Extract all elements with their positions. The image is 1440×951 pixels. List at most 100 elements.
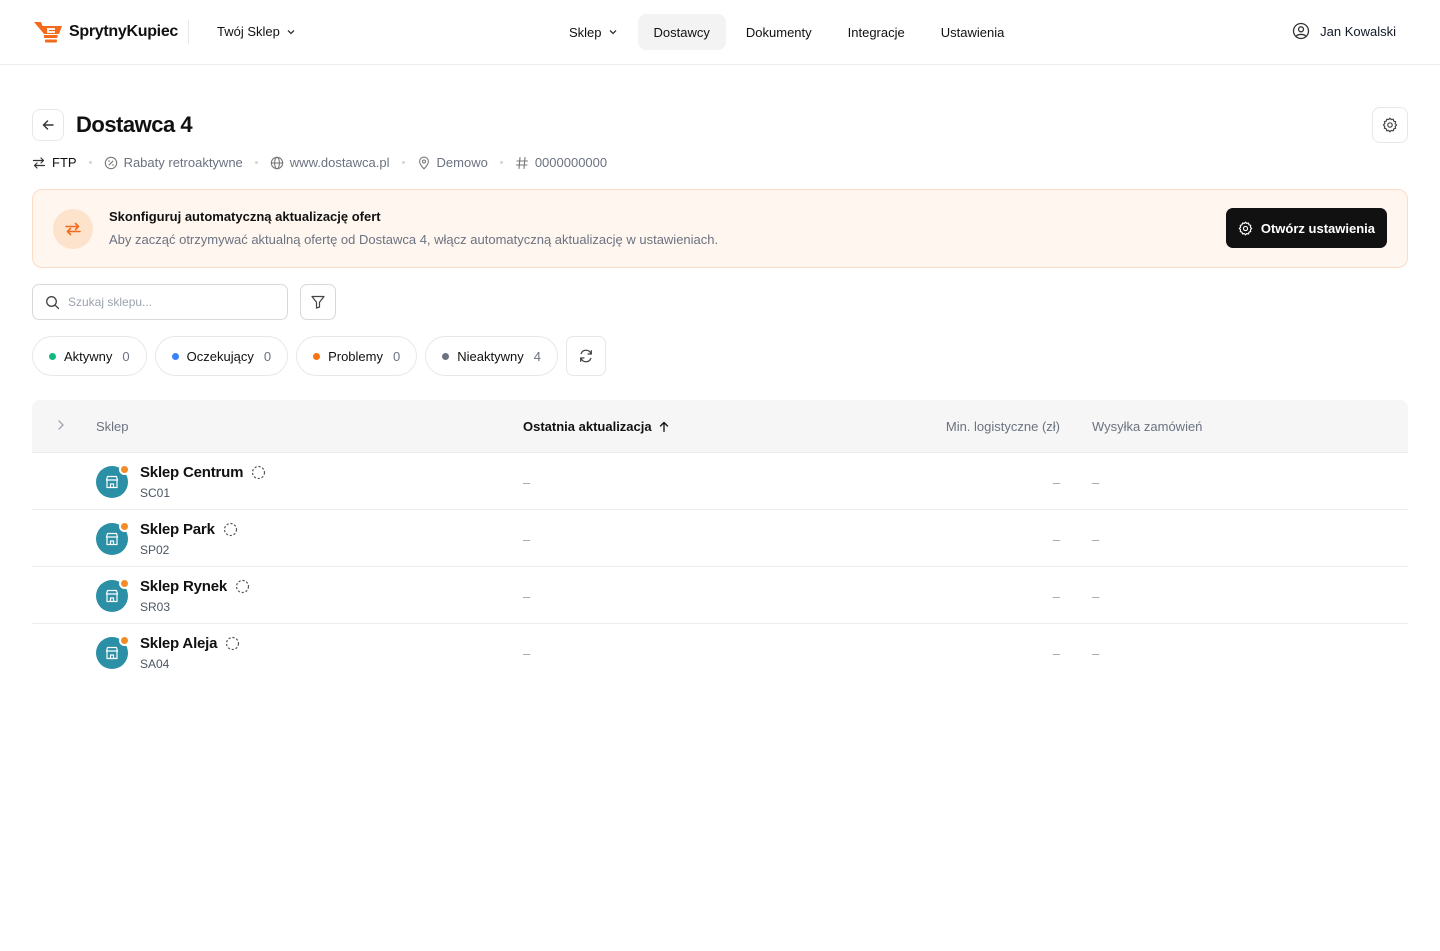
gear-icon [1382, 117, 1398, 133]
status-pill-aktywny[interactable]: Aktywny 0 [32, 336, 147, 376]
store-name-label: Sklep Aleja [140, 635, 218, 652]
column-header-label: Ostatnia aktualizacja [523, 419, 652, 434]
status-filter-pills: Aktywny 0 Oczekujący 0 Problemy 0 Nieakt… [32, 336, 606, 376]
brand-logo[interactable]: SprytnyKupiec [33, 20, 178, 44]
main-nav: Sklep Dostawcy Dokumenty Integracje Usta… [553, 14, 1020, 50]
meta-integration-label: FTP [52, 155, 77, 170]
chevron-right-icon[interactable] [54, 418, 68, 432]
meta-location-label: Demowo [436, 155, 488, 170]
store-avatar [96, 521, 130, 555]
status-pill-oczekujacy[interactable]: Oczekujący 0 [154, 336, 289, 376]
store-icon [105, 532, 119, 546]
loading-circle-icon [226, 636, 240, 651]
cell-last-update: – [523, 475, 531, 490]
status-pill-problemy[interactable]: Problemy 0 [296, 336, 418, 376]
top-bar: SprytnyKupiec Twój Sklep Sklep Dostawcy … [0, 0, 1440, 65]
table-row[interactable]: Sklep Rynek SR03 – – – [32, 567, 1408, 624]
status-dot [49, 352, 56, 360]
nav-item-sklep[interactable]: Sklep [553, 14, 634, 50]
open-settings-button[interactable]: Otwórz ustawienia [1225, 208, 1387, 248]
page-title: Dostawca 4 [76, 112, 193, 137]
refresh-icon [579, 349, 592, 363]
nav-item-label: Dokumenty [745, 24, 812, 40]
store-name-label: Sklep Centrum [140, 464, 244, 481]
user-name: Jan Kowalski [1320, 23, 1396, 39]
status-pill-label: Aktywny [64, 348, 113, 364]
column-header-store[interactable]: Sklep [96, 419, 129, 434]
nav-item-label: Dostawcy [653, 24, 710, 40]
search-box [32, 284, 288, 320]
meta-separator [401, 161, 405, 164]
store-status-badge [119, 521, 130, 532]
nav-item-integracje[interactable]: Integracje [832, 14, 921, 50]
store-avatar [96, 635, 130, 669]
store-icon [105, 589, 119, 603]
supplier-settings-button[interactable] [1372, 107, 1408, 143]
banner-title: Skonfiguruj automatyczną aktualizację of… [109, 209, 381, 224]
store-status-badge [119, 635, 130, 646]
search-icon [46, 295, 60, 309]
transfer-icon [32, 156, 46, 169]
store-name[interactable]: Sklep Centrum [140, 464, 266, 481]
store-code: SR03 [140, 600, 171, 614]
loading-circle-icon [223, 522, 237, 537]
store-selector[interactable]: Twój Sklep [217, 24, 296, 39]
user-icon [1292, 22, 1310, 40]
status-dot [313, 352, 321, 360]
meta-discounts: Rabaty retroaktywne [104, 155, 243, 170]
search-input[interactable] [68, 295, 268, 309]
nav-item-label: Ustawienia [940, 24, 1005, 40]
store-avatar [96, 578, 130, 612]
store-name-label: Sklep Rynek [140, 578, 228, 595]
filter-button[interactable] [300, 284, 336, 320]
column-header-shipping[interactable]: Wysyłka zamówień [1092, 419, 1202, 434]
supplier-meta: FTP Rabaty retroaktywne www.dostawca.pl … [32, 155, 607, 170]
store-code: SA04 [140, 657, 170, 671]
hash-icon [515, 156, 528, 169]
map-pin-icon [418, 156, 429, 170]
meta-separator [499, 161, 503, 164]
column-header-last-update[interactable]: Ostatnia aktualizacja [523, 419, 670, 434]
meta-tax-id: 0000000000 [515, 155, 607, 170]
cell-min-logistics: – [1052, 646, 1060, 661]
status-pill-count: 0 [393, 348, 401, 364]
globe-icon [270, 156, 284, 169]
meta-separator [254, 161, 258, 164]
status-pill-nieaktywny[interactable]: Nieaktywny 4 [425, 336, 558, 376]
meta-website[interactable]: www.dostawca.pl [270, 155, 390, 170]
table-row[interactable]: Sklep Park SP02 – – – [32, 510, 1408, 567]
nav-item-dostawcy[interactable]: Dostawcy [637, 14, 726, 50]
meta-separator [88, 161, 92, 164]
header-divider [188, 20, 189, 44]
store-icon [105, 475, 119, 489]
meta-tax-id-label: 0000000000 [534, 155, 608, 170]
status-dot [442, 352, 450, 360]
back-button[interactable] [32, 109, 64, 141]
store-name[interactable]: Sklep Rynek [140, 578, 250, 595]
cell-min-logistics: – [1052, 532, 1060, 547]
store-name[interactable]: Sklep Park [140, 521, 238, 538]
table-row[interactable]: Sklep Aleja SA04 – – – [32, 624, 1408, 681]
store-icon [105, 646, 119, 660]
status-dot [171, 352, 179, 360]
cell-shipping: – [1092, 589, 1100, 604]
status-pill-count: 0 [122, 348, 130, 364]
arrow-left-icon [42, 120, 54, 130]
table-row[interactable]: Sklep Centrum SC01 – – – [32, 453, 1408, 510]
refresh-button[interactable] [565, 336, 606, 376]
store-name[interactable]: Sklep Aleja [140, 635, 240, 652]
user-menu[interactable]: Jan Kowalski [1292, 22, 1396, 40]
cell-shipping: – [1092, 646, 1100, 661]
auto-update-banner: Skonfiguruj automatyczną aktualizację of… [32, 189, 1408, 268]
nav-item-ustawienia[interactable]: Ustawienia [925, 14, 1021, 50]
store-code: SP02 [140, 543, 170, 557]
cell-min-logistics: – [1052, 475, 1060, 490]
column-header-min-logistics[interactable]: Min. logistyczne (zł) [946, 419, 1060, 434]
nav-item-dokumenty[interactable]: Dokumenty [730, 14, 828, 50]
status-pill-label: Nieaktywny [457, 348, 524, 364]
cell-shipping: – [1092, 532, 1100, 547]
logo-icon [34, 22, 62, 43]
nav-item-label: Sklep [569, 24, 602, 40]
store-status-badge [119, 464, 130, 475]
cell-min-logistics: – [1052, 589, 1060, 604]
